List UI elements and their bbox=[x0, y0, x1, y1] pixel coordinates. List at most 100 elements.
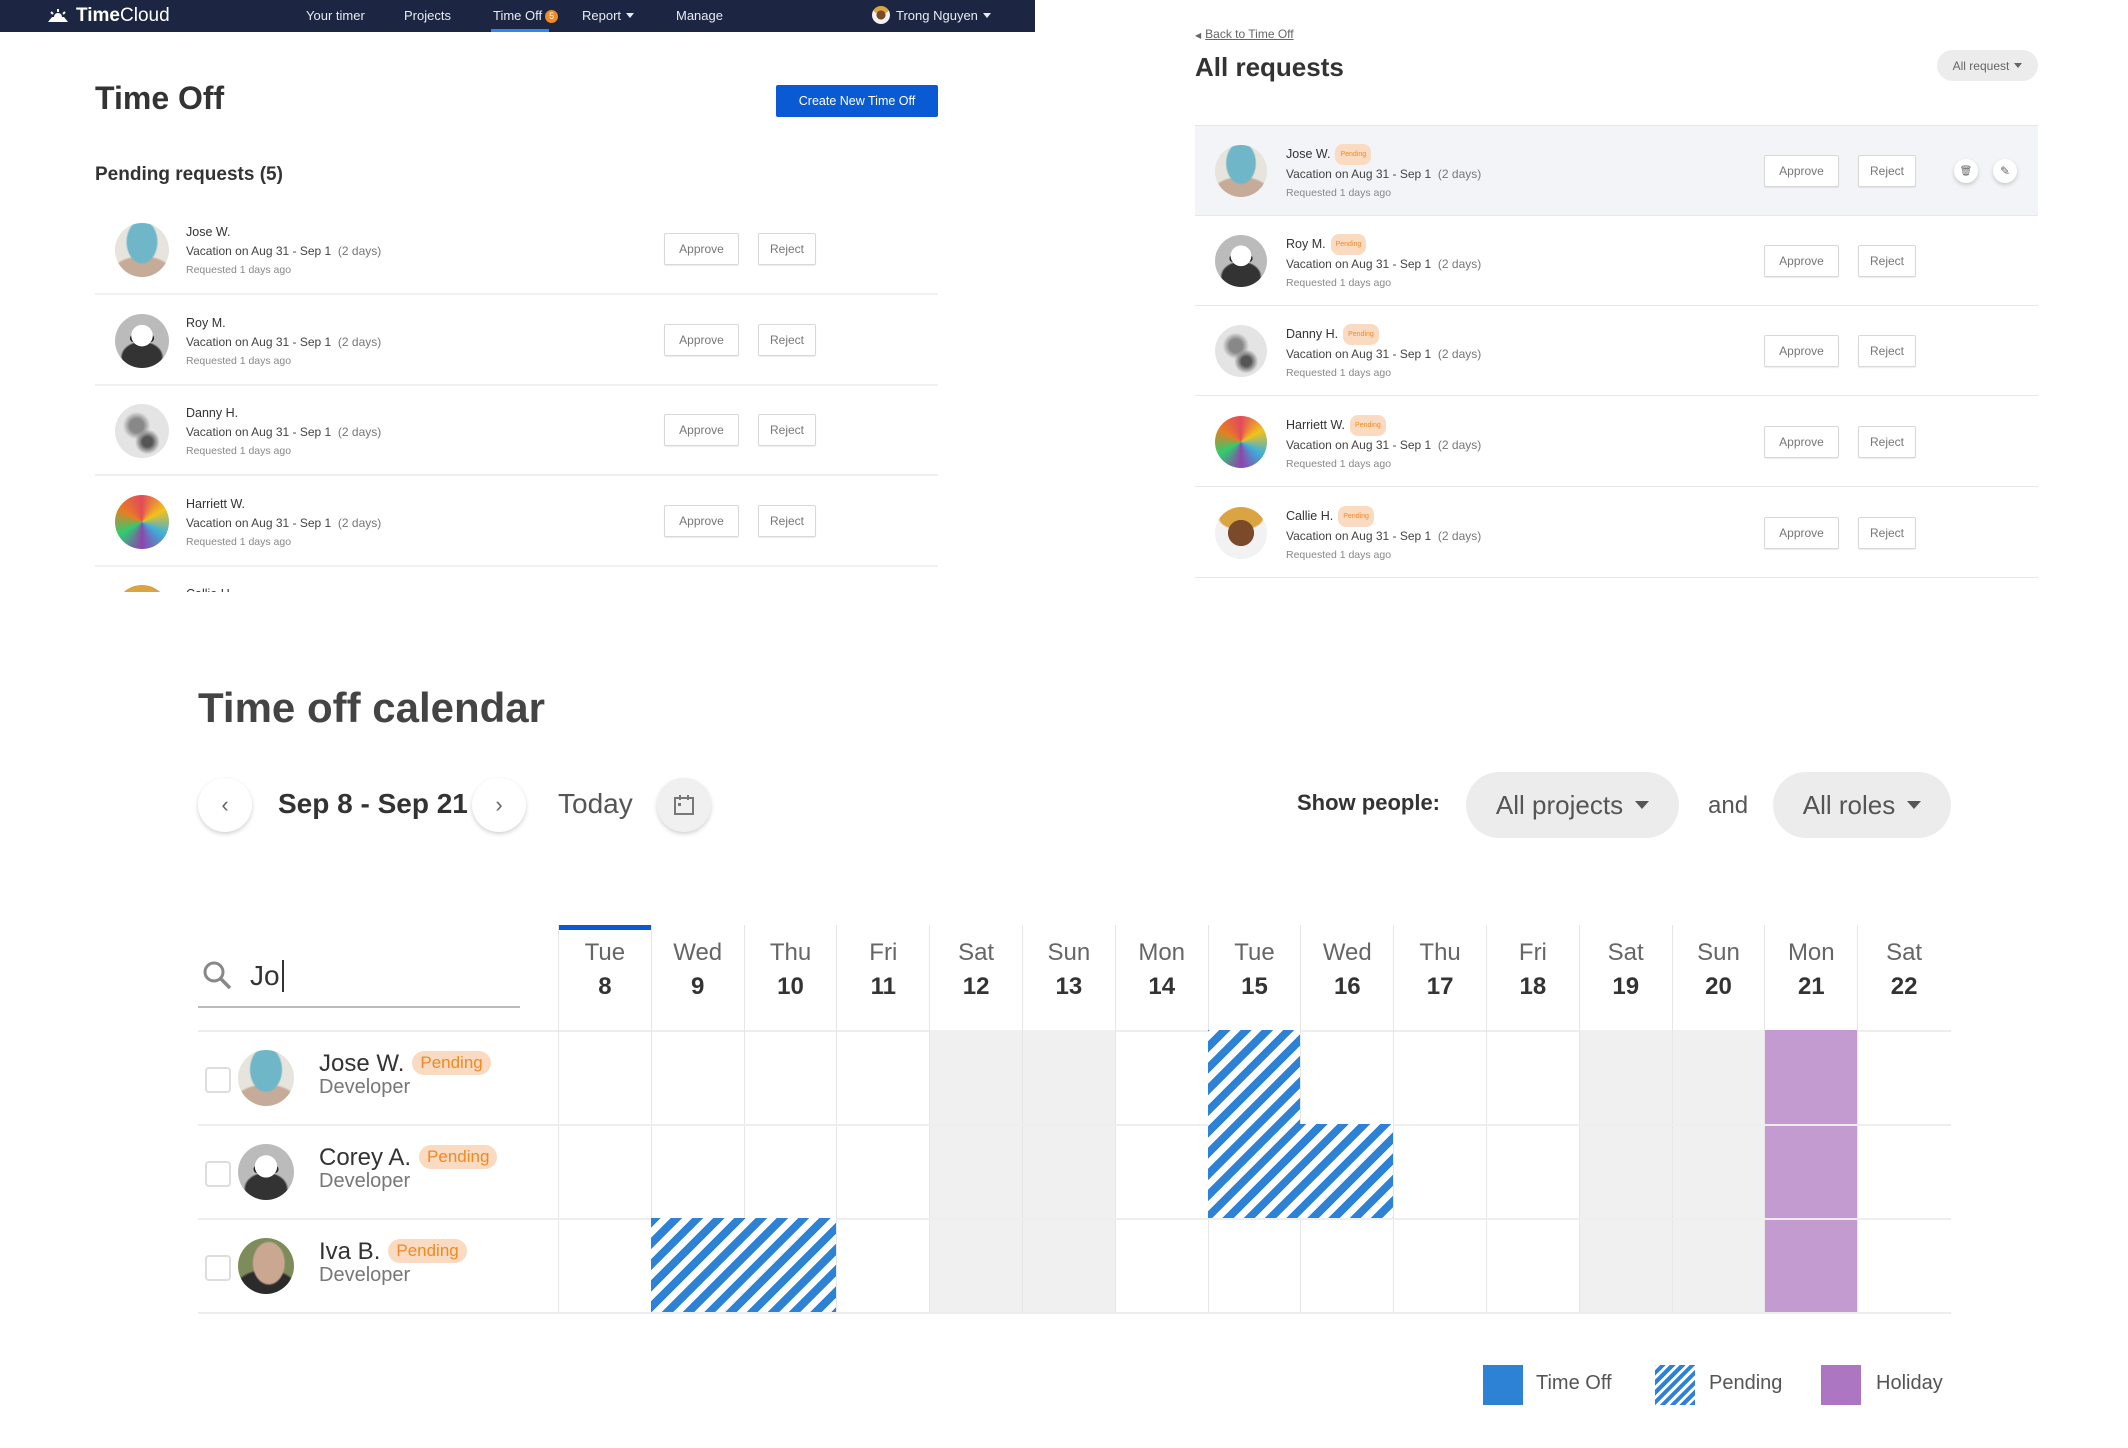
next-period-button[interactable]: › bbox=[472, 778, 526, 832]
approve-button[interactable]: Approve bbox=[1764, 155, 1839, 187]
nav-your-timer[interactable]: Your timer bbox=[306, 8, 365, 23]
user-name: Trong Nguyen bbox=[896, 7, 978, 23]
pencil-icon: ✎ bbox=[1999, 164, 2011, 178]
day-header[interactable]: Wed 9 bbox=[652, 939, 744, 1001]
weekend-shade bbox=[1672, 1030, 1765, 1312]
logo-text-light: Cloud bbox=[120, 5, 170, 26]
calendar-title: Time off calendar bbox=[198, 684, 545, 731]
approve-button[interactable]: Approve bbox=[664, 323, 739, 356]
approve-button[interactable]: Approve bbox=[664, 414, 739, 446]
request-detail: Vacation on Aug 31 - Sep 1 (2 days) bbox=[1286, 527, 1481, 546]
reject-button[interactable]: Reject bbox=[1858, 244, 1916, 277]
request-row: Roy M. Pending Vacation on Aug 31 - Sep 1 … bbox=[1195, 216, 2038, 306]
reject-button[interactable]: Reject bbox=[1858, 155, 1916, 187]
select-checkbox[interactable] bbox=[205, 1067, 231, 1093]
pending-block[interactable] bbox=[743, 1218, 837, 1312]
approve-button[interactable]: Approve bbox=[1764, 335, 1839, 368]
day-header[interactable]: Sat 22 bbox=[1858, 939, 1950, 1001]
request-info: Harriett W. Vacation on Aug 31 - Sep 1 (2… bbox=[186, 495, 381, 552]
reject-button[interactable]: Reject bbox=[758, 323, 816, 356]
day-header[interactable]: Sat 19 bbox=[1580, 939, 1672, 1001]
nav-time-off[interactable]: Time Off 5 bbox=[493, 8, 559, 23]
day-header[interactable]: Tue 8 bbox=[559, 939, 651, 1001]
nav-report[interactable]: Report bbox=[582, 8, 635, 23]
back-link[interactable]: ◀ Back to Time Off bbox=[1195, 27, 1294, 41]
roles-filter-dropdown[interactable]: All roles bbox=[1773, 772, 1951, 838]
create-time-off-button[interactable]: Create New Time Off bbox=[776, 85, 938, 117]
nav-projects[interactable]: Projects bbox=[404, 8, 451, 23]
nav-manage[interactable]: Manage bbox=[676, 8, 723, 23]
projects-filter-dropdown[interactable]: All projects bbox=[1466, 772, 1679, 838]
day-number: 14 bbox=[1148, 973, 1176, 1000]
approve-button[interactable]: Approve bbox=[1764, 516, 1839, 549]
avatar bbox=[1215, 416, 1267, 469]
reject-button[interactable]: Reject bbox=[758, 414, 816, 446]
day-header[interactable]: Tue 15 bbox=[1209, 939, 1301, 1001]
day-header[interactable]: Sun 13 bbox=[1023, 939, 1115, 1001]
calendar-grid: Tue 8 Wed 9 Thu 10 Fri 11 Sat 12 Sun 13 Mon 14 Tue 15 We… bbox=[198, 925, 1951, 1314]
chevron-left-icon: ◀ bbox=[1195, 31, 1202, 40]
day-header[interactable]: Mon 21 bbox=[1765, 939, 1857, 1001]
status-badge: Pending bbox=[1335, 144, 1372, 165]
day-number: 16 bbox=[1333, 973, 1361, 1000]
request-dates: Vacation on Aug 31 - Sep 1 bbox=[186, 334, 332, 349]
select-checkbox[interactable] bbox=[205, 1255, 231, 1281]
pending-block[interactable] bbox=[650, 1218, 744, 1312]
person-row: Corey A. Pending Developer bbox=[198, 1124, 558, 1218]
day-of-week: Thu bbox=[769, 939, 812, 966]
pending-block[interactable] bbox=[1207, 1124, 1301, 1218]
delete-button[interactable]: 🗑 bbox=[1954, 159, 1978, 183]
request-info: Harriett W. Pending Vacation on Aug 31 - S… bbox=[1286, 415, 1481, 474]
request-dates: Vacation on Aug 31 - Sep 1 bbox=[1286, 528, 1432, 543]
request-info: Callie H.Vacation on Aug 31 - Sep 1 (2 d… bbox=[186, 585, 381, 592]
weekend-shade bbox=[930, 1030, 1022, 1312]
today-button[interactable]: Today bbox=[558, 788, 633, 820]
approve-button[interactable]: Approve bbox=[1764, 244, 1839, 277]
approve-button[interactable]: Approve bbox=[664, 233, 739, 265]
legend-time-off-label: Time Off bbox=[1536, 1372, 1612, 1394]
user-menu[interactable]: Trong Nguyen bbox=[872, 6, 991, 24]
request-duration: (2 days) bbox=[1437, 438, 1482, 453]
previous-period-button[interactable]: ‹ bbox=[198, 778, 252, 832]
person-info: Jose W. Pending Developer bbox=[319, 1050, 491, 1099]
reject-button[interactable]: Reject bbox=[1858, 516, 1916, 549]
day-header[interactable]: Fri 11 bbox=[837, 939, 929, 1001]
reject-button[interactable]: Reject bbox=[758, 504, 816, 537]
day-of-week: Fri bbox=[869, 939, 898, 966]
person-row: Iva B. Pending Developer bbox=[198, 1218, 558, 1312]
approve-button[interactable]: Approve bbox=[664, 504, 739, 537]
reject-button[interactable]: Reject bbox=[1858, 335, 1916, 368]
requester-name: Roy M. bbox=[1286, 236, 1326, 251]
reject-button[interactable]: Reject bbox=[1858, 426, 1916, 459]
request-row: Callie H. Pending Vacation on Aug 31 - Sep… bbox=[1195, 488, 2038, 578]
approve-button[interactable]: Approve bbox=[1764, 426, 1839, 459]
pending-block[interactable] bbox=[1207, 1030, 1301, 1124]
day-header[interactable]: Thu 10 bbox=[745, 939, 837, 1001]
day-of-week: Sat bbox=[1607, 939, 1644, 966]
requester-name: Harriett W. bbox=[186, 496, 246, 511]
day-header[interactable]: Mon 14 bbox=[1116, 939, 1208, 1001]
request-duration: (2 days) bbox=[337, 334, 382, 349]
legend-holiday-swatch bbox=[1821, 1365, 1861, 1405]
day-header[interactable]: Fri 18 bbox=[1487, 939, 1579, 1001]
day-header[interactable]: Thu 17 bbox=[1394, 939, 1486, 1001]
day-of-week: Wed bbox=[1322, 939, 1372, 966]
day-header[interactable]: Sun 20 bbox=[1673, 939, 1765, 1001]
request-detail: Vacation on Aug 31 - Sep 1 (2 days) bbox=[1286, 436, 1481, 455]
request-filter-dropdown[interactable]: All request bbox=[1937, 50, 2038, 81]
day-header[interactable]: Sat 12 bbox=[930, 939, 1022, 1001]
edit-button[interactable]: ✎ bbox=[1993, 159, 2017, 183]
select-checkbox[interactable] bbox=[205, 1161, 231, 1187]
top-nav: TimeCloud Your timer Projects Time Off 5 … bbox=[0, 0, 1035, 32]
request-row: Danny H. Pending Vacation on Aug 31 - Sep … bbox=[1195, 306, 2038, 397]
request-age: Requested 1 days ago bbox=[186, 264, 292, 276]
nav-time-off-label: Time Off bbox=[493, 8, 543, 23]
request-info: Danny H. Pending Vacation on Aug 31 - Sep … bbox=[1286, 324, 1481, 383]
logo[interactable]: TimeCloud bbox=[46, 5, 170, 27]
day-of-week: Wed bbox=[673, 939, 723, 966]
reject-button[interactable]: Reject bbox=[758, 233, 816, 265]
day-header[interactable]: Wed 16 bbox=[1301, 939, 1393, 1001]
date-picker-button[interactable] bbox=[657, 778, 711, 832]
request-row: Jose W. Vacation on Aug 31 - Sep 1 (2 day… bbox=[95, 205, 938, 295]
pending-block[interactable] bbox=[1300, 1124, 1394, 1218]
